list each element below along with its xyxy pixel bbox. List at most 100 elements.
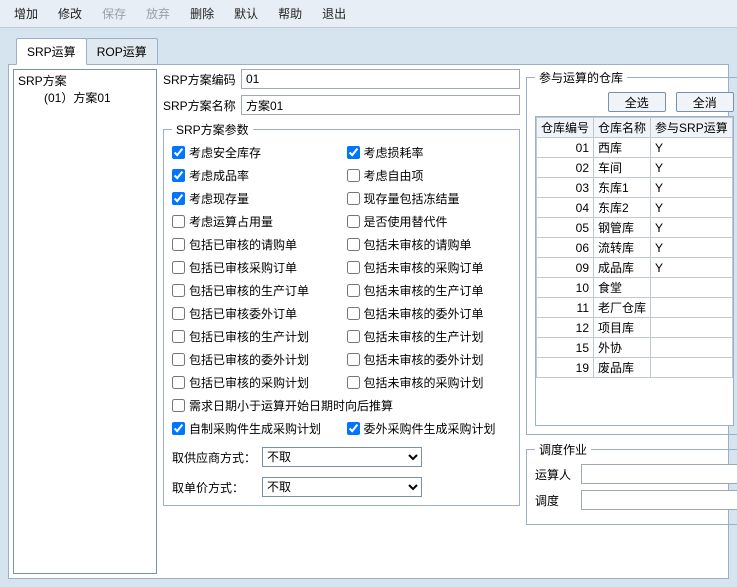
param-checkbox[interactable]: [347, 169, 360, 182]
operator-input[interactable]: [581, 464, 737, 484]
plan-tree[interactable]: SRP方案 (01）方案01: [13, 69, 157, 574]
dispatch-input[interactable]: [581, 490, 737, 510]
param-checkbox[interactable]: [172, 307, 185, 320]
param-label: 考虑自由项: [364, 167, 424, 184]
param-checkbox[interactable]: [347, 376, 360, 389]
param-checkbox[interactable]: [172, 422, 185, 435]
table-row[interactable]: 04东库2Y: [537, 198, 733, 218]
param-label: 是否使用替代件: [364, 213, 448, 230]
param-row: 需求日期小于运算开始日期时向后推算: [172, 397, 511, 414]
cell-srp: Y: [651, 198, 733, 218]
param-row: 包括已审核的请购单: [172, 236, 337, 253]
col-name[interactable]: 仓库名称: [594, 118, 651, 138]
tab-rop[interactable]: ROP运算: [86, 38, 158, 65]
param-checkbox[interactable]: [172, 399, 185, 412]
name-input[interactable]: [241, 95, 520, 115]
cell-name: 车间: [594, 158, 651, 178]
param-checkbox[interactable]: [172, 284, 185, 297]
table-row[interactable]: 11老厂仓库: [537, 298, 733, 318]
select-all-button[interactable]: 全选: [608, 92, 666, 112]
col-srp[interactable]: 参与SRP运算: [651, 118, 733, 138]
table-row[interactable]: 10食堂: [537, 278, 733, 298]
param-checkbox[interactable]: [347, 238, 360, 251]
param-row: 包括未审核的生产订单: [347, 282, 512, 299]
param-label: 考虑安全库存: [189, 144, 261, 161]
param-checkbox[interactable]: [347, 353, 360, 366]
cell-srp: [651, 278, 733, 298]
cell-srp: [651, 298, 733, 318]
param-checkbox[interactable]: [347, 422, 360, 435]
param-label: 包括已审核的委外计划: [189, 351, 309, 368]
warehouse-table-wrap[interactable]: 仓库编号 仓库名称 参与SRP运算 01西库Y02车间Y03东库1Y04东库2Y…: [535, 116, 734, 426]
add-button[interactable]: 增加: [4, 2, 48, 25]
table-row[interactable]: 02车间Y: [537, 158, 733, 178]
param-checkbox[interactable]: [347, 261, 360, 274]
warehouse-legend: 参与运算的仓库: [535, 69, 627, 86]
supplier-select[interactable]: 不取: [262, 447, 422, 467]
abandon-button: 放弃: [136, 2, 180, 25]
param-checkbox[interactable]: [172, 376, 185, 389]
table-row[interactable]: 03东库1Y: [537, 178, 733, 198]
default-button[interactable]: 默认: [224, 2, 268, 25]
cell-code: 06: [537, 238, 594, 258]
name-label: SRP方案名称: [163, 97, 241, 114]
table-row[interactable]: 09成品库Y: [537, 258, 733, 278]
param-checkbox[interactable]: [172, 261, 185, 274]
table-row[interactable]: 05钢管库Y: [537, 218, 733, 238]
table-row[interactable]: 19废品库: [537, 358, 733, 378]
table-row[interactable]: 06流转库Y: [537, 238, 733, 258]
toolbar: 增加 修改 保存 放弃 删除 默认 帮助 退出: [0, 0, 737, 28]
deselect-all-button[interactable]: 全消: [676, 92, 734, 112]
edit-button[interactable]: 修改: [48, 2, 92, 25]
cell-code: 19: [537, 358, 594, 378]
param-row: 包括已审核委外订单: [172, 305, 337, 322]
param-row: 包括未审核的生产计划: [347, 328, 512, 345]
param-checkbox[interactable]: [172, 146, 185, 159]
tab-pane: SRP方案 (01）方案01 SRP方案编码 SRP方案名称 SRP方案参数 考…: [8, 64, 729, 579]
param-label: 包括已审核采购订单: [189, 259, 297, 276]
table-row[interactable]: 12项目库: [537, 318, 733, 338]
param-checkbox[interactable]: [172, 192, 185, 205]
help-button[interactable]: 帮助: [268, 2, 312, 25]
cell-name: 东库1: [594, 178, 651, 198]
param-checkbox[interactable]: [347, 215, 360, 228]
cell-code: 05: [537, 218, 594, 238]
cell-name: 食堂: [594, 278, 651, 298]
tree-child[interactable]: (01）方案01: [16, 89, 154, 106]
cell-code: 15: [537, 338, 594, 358]
param-row: 包括已审核采购订单: [172, 259, 337, 276]
param-checkbox[interactable]: [172, 330, 185, 343]
param-checkbox[interactable]: [347, 146, 360, 159]
cell-name: 成品库: [594, 258, 651, 278]
param-checkbox[interactable]: [172, 215, 185, 228]
tree-root[interactable]: SRP方案: [16, 72, 154, 89]
param-row: 包括已审核的委外计划: [172, 351, 337, 368]
param-label: 现存量包括冻结量: [364, 190, 460, 207]
param-row: 包括未审核的委外订单: [347, 305, 512, 322]
param-checkbox[interactable]: [347, 284, 360, 297]
param-checkbox[interactable]: [347, 192, 360, 205]
exit-button[interactable]: 退出: [312, 2, 356, 25]
warehouse-fieldset: 参与运算的仓库 全选 全消 仓库编号 仓库名称 参与SRP运算: [526, 69, 737, 435]
param-checkbox[interactable]: [172, 238, 185, 251]
param-checkbox[interactable]: [347, 307, 360, 320]
col-code[interactable]: 仓库编号: [537, 118, 594, 138]
cell-name: 老厂仓库: [594, 298, 651, 318]
schedule-legend: 调度作业: [535, 441, 591, 458]
param-checkbox[interactable]: [347, 330, 360, 343]
dispatch-label: 调度: [535, 492, 581, 509]
param-checkbox[interactable]: [172, 169, 185, 182]
param-label: 自制采购件生成采购计划: [189, 420, 321, 437]
table-row[interactable]: 15外协: [537, 338, 733, 358]
param-label: 包括已审核的生产订单: [189, 282, 309, 299]
table-row[interactable]: 01西库Y: [537, 138, 733, 158]
param-row: 包括已审核的生产订单: [172, 282, 337, 299]
param-label: 包括未审核的采购计划: [364, 374, 484, 391]
tab-srp[interactable]: SRP运算: [16, 38, 87, 65]
delete-button[interactable]: 删除: [180, 2, 224, 25]
param-checkbox[interactable]: [172, 353, 185, 366]
param-row: 是否使用替代件: [347, 213, 512, 230]
param-label: 考虑现存量: [189, 190, 249, 207]
code-input[interactable]: [241, 69, 520, 89]
price-select[interactable]: 不取: [262, 477, 422, 497]
